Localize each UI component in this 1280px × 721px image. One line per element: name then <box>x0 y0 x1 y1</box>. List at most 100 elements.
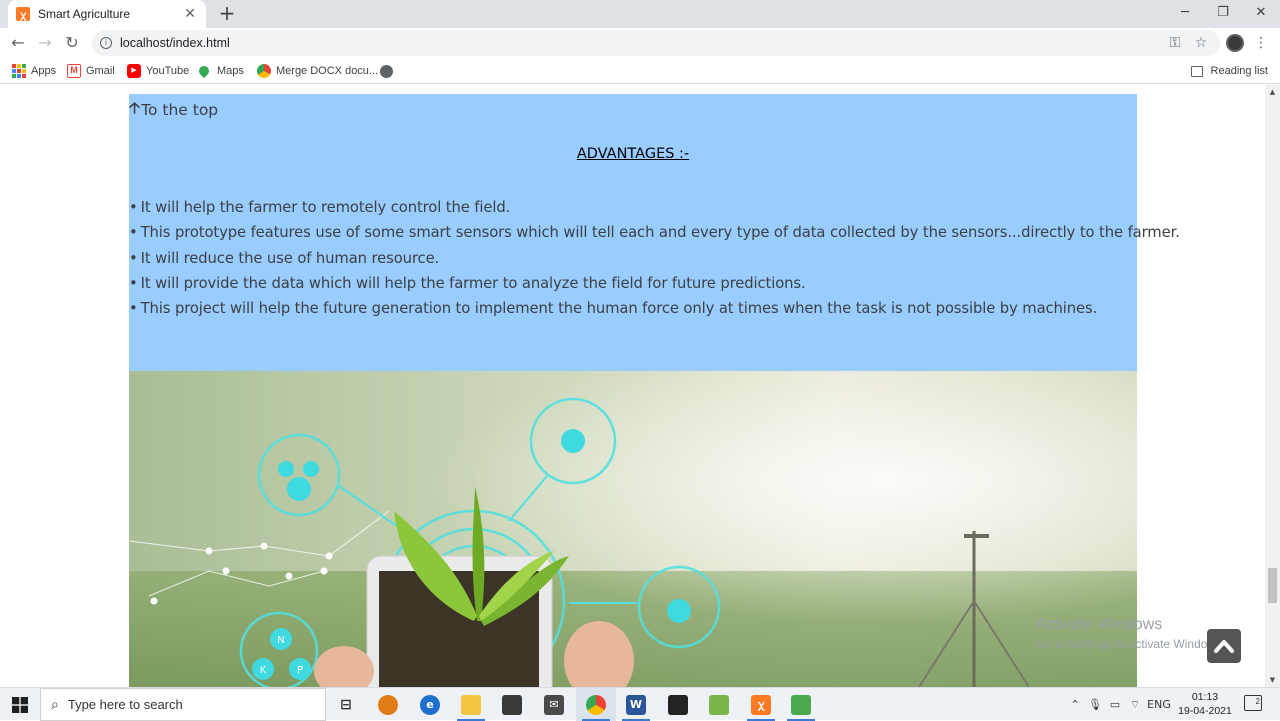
bookmark-maps[interactable]: Maps <box>196 62 244 80</box>
key-icon[interactable]: ⚿ <box>1164 32 1186 54</box>
more-menu-icon[interactable]: ⋮ <box>1254 32 1268 54</box>
windows-logo-icon <box>12 696 28 713</box>
tray-overflow-icon[interactable]: ⌃ <box>1066 688 1084 721</box>
back-arrow-icon[interactable]: ← <box>7 32 29 54</box>
microphone-icon[interactable]: 🎙 <box>1086 688 1104 721</box>
system-clock[interactable]: 01:13 19-04-2021 <box>1172 690 1238 718</box>
taskbar-app-xampp[interactable]: ꭓ <box>741 688 781 721</box>
scroll-up-arrow-icon[interactable]: ▲ <box>1265 85 1280 99</box>
taskbar-app-media[interactable] <box>368 688 408 721</box>
store-icon <box>502 694 522 715</box>
search-icon: ⌕ <box>51 696 59 713</box>
bookmark-label: Merge DOCX docu... <box>276 65 379 77</box>
advantages-heading: ADVANTAGES :- <box>576 146 690 162</box>
scrollbar-thumb[interactable] <box>1268 568 1277 603</box>
notification-center-icon[interactable]: 2 <box>1244 695 1262 711</box>
site-info-icon[interactable]: i <box>100 37 112 49</box>
reading-list-button[interactable]: Reading list <box>1190 62 1268 80</box>
watermark-subtitle: Go to Settings to activate Windows. <box>1036 637 1226 651</box>
bookmark-apps[interactable]: Apps <box>12 62 56 80</box>
start-button[interactable] <box>0 688 40 721</box>
taskbar-app-photos[interactable] <box>699 688 739 721</box>
taskbar-app-pycharm[interactable] <box>658 688 698 721</box>
advantage-item: • This project will help the future gener… <box>129 300 1098 318</box>
page-scrollbar[interactable]: ▲ ▼ <box>1265 85 1280 687</box>
minimize-button[interactable]: ─ <box>1166 0 1204 28</box>
merge-docx-icon <box>257 64 271 78</box>
hero-label-k: K <box>260 665 267 676</box>
taskbar-search-placeholder: Type here to search <box>67 697 183 712</box>
address-bar[interactable]: i localhost/index.html <box>92 30 1220 56</box>
task-view-icon: ⊟ <box>340 696 352 713</box>
taskbar-search[interactable]: ⌕ Type here to search <box>40 688 326 721</box>
hero-label-n: N <box>277 635 284 646</box>
url-text[interactable]: localhost/index.html <box>120 36 230 50</box>
scroll-down-arrow-icon[interactable]: ▼ <box>1265 673 1280 687</box>
notification-count: 2 <box>1255 697 1260 706</box>
taskbar-app-image[interactable] <box>781 688 821 721</box>
bookmark-star-icon[interactable]: ☆ <box>1190 32 1212 54</box>
xampp-icon: ꭓ <box>751 694 771 715</box>
hero-illustration: N K P <box>129 371 1137 687</box>
up-arrow-icon: 🡡 <box>129 99 141 117</box>
reload-icon[interactable]: ↻ <box>61 32 83 54</box>
clock-time: 01:13 <box>1191 691 1219 703</box>
language-indicator[interactable]: ENG <box>1146 688 1172 721</box>
image-viewer-icon <box>791 694 811 715</box>
apps-grid-icon <box>12 64 26 78</box>
browser-tab[interactable]: ꭓ Smart Agriculture ✕ <box>8 0 206 28</box>
bookmark-label: YouTube <box>146 65 190 77</box>
taskbar-app-mail[interactable]: ✉ <box>534 688 574 721</box>
new-tab-button[interactable]: + <box>216 3 238 25</box>
browser-toolbar: ← → ↻ i localhost/index.html ⚿ ☆ ⋮ <box>0 28 1280 58</box>
bookmark-gmail[interactable]: M Gmail <box>67 62 115 80</box>
bookmark-globe[interactable] <box>380 62 398 80</box>
chrome-icon <box>586 694 606 715</box>
advantage-item: • It will provide the data which will hel… <box>129 274 806 292</box>
folder-icon <box>461 694 481 715</box>
bookmark-merge-docx[interactable]: Merge DOCX docu... <box>257 62 378 80</box>
maps-pin-icon <box>196 63 212 79</box>
word-icon: W <box>626 694 646 715</box>
to-the-top-link[interactable]: 🡡 To the top <box>129 96 218 123</box>
edge-icon: e <box>420 694 440 715</box>
taskbar-app-chrome[interactable] <box>576 688 616 721</box>
taskbar-app-word[interactable]: W <box>616 688 656 721</box>
globe-icon <box>380 64 393 78</box>
bookmarks-bar: Apps M Gmail ▶ YouTube Maps Merge DOCX d… <box>0 58 1280 84</box>
reading-list-label: Reading list <box>1210 65 1268 77</box>
taskbar-app-explorer[interactable] <box>451 688 491 721</box>
browser-titlebar: ꭓ Smart Agriculture ✕ + ─ ❐ ✕ <box>0 0 1280 28</box>
to-the-top-label: To the top <box>141 100 219 119</box>
advantages-section: 🡡 To the top ADVANTAGES :- • It will help… <box>129 94 1180 371</box>
taskbar-app-edge[interactable]: e <box>410 688 450 721</box>
youtube-icon: ▶ <box>127 64 141 78</box>
ide-icon <box>668 694 688 715</box>
maximize-button[interactable]: ❐ <box>1204 0 1242 28</box>
bookmark-youtube[interactable]: ▶ YouTube <box>127 62 189 80</box>
windows-taskbar: ⌕ Type here to search ⊟ e ✉ W ꭓ ⌃ 🎙 ▭ ⌔ … <box>0 687 1280 721</box>
smart-agriculture-hero-image: N K P <box>129 371 1137 687</box>
taskbar-app-store[interactable] <box>492 688 532 721</box>
watermark-title: Activate Windows <box>1036 616 1163 633</box>
activate-windows-watermark: Activate Windows Go to Settings to activ… <box>1036 616 1225 651</box>
photos-icon <box>709 694 729 715</box>
forward-arrow-icon[interactable]: → <box>34 32 56 54</box>
advantage-item: • It will reduce the use of human resourc… <box>129 249 440 267</box>
advantage-item: • It will help the farmer to remotely con… <box>129 199 511 216</box>
hero-label-p: P <box>297 665 303 676</box>
wifi-icon[interactable]: ⌔ <box>1126 688 1144 721</box>
task-view-button[interactable]: ⊟ <box>326 688 366 721</box>
scroll-to-top-button[interactable] <box>1207 629 1241 663</box>
bookmark-label: Gmail <box>86 65 115 77</box>
bookmark-label: Maps <box>217 65 244 77</box>
tab-title: Smart Agriculture <box>38 7 131 21</box>
advantage-item: • This prototype features use of some sma… <box>129 224 1180 242</box>
chevron-up-icon <box>1214 640 1234 653</box>
profile-avatar[interactable] <box>1226 34 1244 52</box>
tab-close-icon[interactable]: ✕ <box>182 6 198 22</box>
close-window-button[interactable]: ✕ <box>1242 0 1280 28</box>
clock-date: 19-04-2021 <box>1178 705 1232 717</box>
battery-icon[interactable]: ▭ <box>1106 688 1124 721</box>
xampp-favicon-icon: ꭓ <box>16 7 30 21</box>
